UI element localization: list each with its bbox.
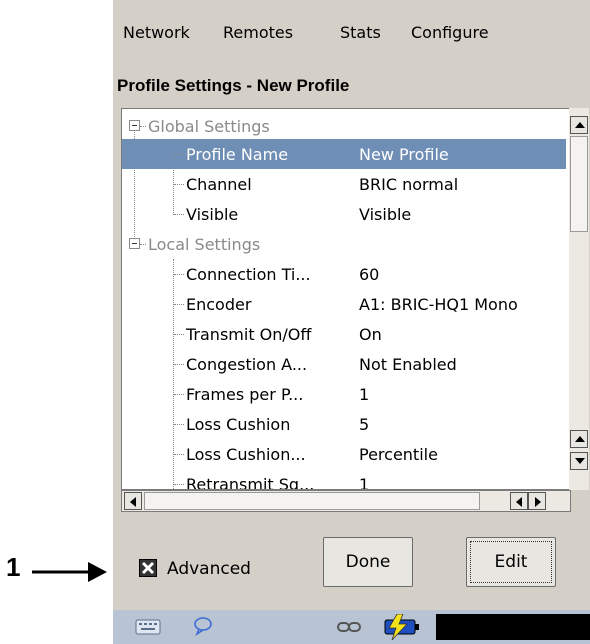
scroll-thumb[interactable]: [570, 136, 588, 232]
tree-row-transmit[interactable]: Transmit On/Off On: [122, 319, 566, 349]
tree-group-local[interactable]: Local Settings: [122, 229, 566, 259]
scroll-up-button[interactable]: [570, 116, 588, 134]
arrow-right-icon: [535, 497, 541, 507]
scroll-down-button[interactable]: [570, 452, 588, 470]
tree-row-frames-per-packet[interactable]: Frames per P... 1: [122, 379, 566, 409]
menu-stats[interactable]: Stats: [340, 23, 381, 42]
setting-name: Connection Ti...: [186, 265, 311, 284]
tree-row-retransmit[interactable]: Retransmit Sq... 1: [122, 469, 566, 490]
collapse-toggle-icon[interactable]: [129, 238, 140, 249]
settings-tree[interactable]: Global Settings Profile Name New Profile…: [121, 108, 573, 490]
scroll-left-button[interactable]: [124, 492, 142, 510]
tree-row-encoder[interactable]: Encoder A1: BRIC-HQ1 Mono: [122, 289, 566, 319]
arrow-up-icon: [575, 436, 585, 442]
menu-configure[interactable]: Configure: [411, 23, 489, 42]
tree-row-congestion[interactable]: Congestion A... Not Enabled: [122, 349, 566, 379]
group-label: Local Settings: [148, 235, 261, 254]
advanced-checkbox[interactable]: [139, 559, 157, 577]
tree-row-loss-cushion[interactable]: Loss Cushion 5: [122, 409, 566, 439]
chat-bubble-icon[interactable]: [193, 616, 213, 636]
setting-name: Encoder: [186, 295, 252, 314]
scroll-left-button-right[interactable]: [510, 492, 528, 510]
tree-group-global[interactable]: Global Settings: [122, 111, 566, 141]
advanced-label[interactable]: Advanced: [167, 559, 251, 579]
setting-name: Loss Cushion: [186, 415, 291, 434]
tree-row-visible[interactable]: Visible Visible: [122, 199, 566, 229]
status-display: [436, 614, 590, 640]
setting-name: Congestion A...: [186, 355, 308, 374]
vertical-scrollbar[interactable]: [569, 108, 589, 490]
keyboard-icon[interactable]: [135, 618, 161, 636]
tree-row-profile-name[interactable]: Profile Name New Profile: [122, 139, 566, 169]
setting-value: Visible: [359, 205, 412, 224]
setting-value: New Profile: [359, 145, 449, 164]
setting-name: Channel: [186, 175, 252, 194]
link-icon[interactable]: [337, 620, 361, 634]
setting-value: Percentile: [359, 445, 438, 464]
arrow-down-icon: [575, 458, 585, 464]
page-title: Profile Settings - New Profile: [117, 76, 350, 95]
setting-name: Profile Name: [186, 145, 289, 164]
menu-bar: Network Remotes Stats Configure: [113, 14, 590, 54]
arrow-left-icon: [516, 497, 522, 507]
setting-name: Retransmit Sq...: [186, 475, 315, 490]
arrow-left-icon: [130, 497, 136, 507]
callout-number: 1: [6, 552, 21, 582]
setting-value: 1: [359, 475, 370, 490]
check-x-icon: [141, 561, 155, 575]
menu-network[interactable]: Network: [123, 23, 190, 42]
setting-name: Loss Cushion...: [186, 445, 306, 464]
scroll-thumb-horizontal[interactable]: [144, 492, 480, 510]
setting-value: On: [359, 325, 382, 344]
edit-button[interactable]: Edit: [466, 537, 556, 587]
setting-name: Frames per P...: [186, 385, 304, 404]
setting-value: BRIC normal: [359, 175, 459, 194]
setting-name: Transmit On/Off: [186, 325, 312, 344]
tree-row-channel[interactable]: Channel BRIC normal: [122, 169, 566, 199]
setting-value: 60: [359, 265, 380, 284]
setting-value: Not Enabled: [359, 355, 457, 374]
callout-arrow-icon: [32, 562, 107, 582]
profile-settings-window: Network Remotes Stats Configure Profile …: [113, 0, 590, 644]
scroll-up-button-lower[interactable]: [570, 430, 588, 448]
setting-name: Visible: [186, 205, 239, 224]
done-button[interactable]: Done: [323, 537, 413, 587]
setting-value: 1: [359, 385, 370, 404]
setting-value: 5: [359, 415, 370, 434]
horizontal-scrollbar[interactable]: [121, 490, 571, 512]
menu-remotes[interactable]: Remotes: [223, 23, 293, 42]
group-label: Global Settings: [148, 117, 270, 136]
collapse-toggle-icon[interactable]: [129, 120, 140, 131]
setting-value: A1: BRIC-HQ1 Mono: [359, 295, 518, 314]
tree-row-loss-cushion-mode[interactable]: Loss Cushion... Percentile: [122, 439, 566, 469]
battery-charging-icon: [384, 614, 419, 640]
tree-row-connection-timeout[interactable]: Connection Ti... 60: [122, 259, 566, 289]
scroll-right-button[interactable]: [528, 492, 546, 510]
arrow-up-icon: [575, 122, 585, 128]
